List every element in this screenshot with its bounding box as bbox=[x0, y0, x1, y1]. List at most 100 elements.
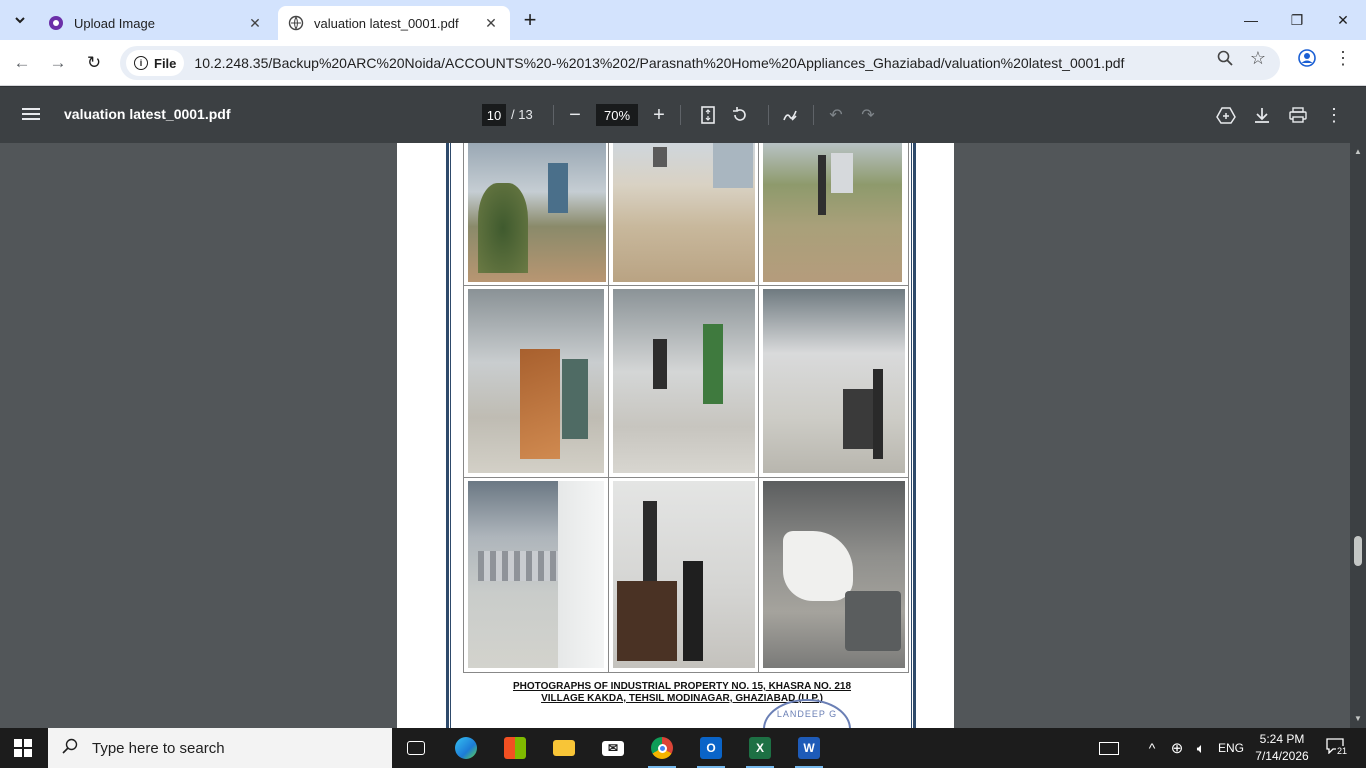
scrollbar-thumb[interactable] bbox=[1354, 536, 1362, 567]
search-icon bbox=[62, 738, 82, 759]
file-explorer-app[interactable] bbox=[540, 728, 588, 768]
caption-line-1: PHOTOGRAPHS OF INDUSTRIAL PROPERTY NO. 1… bbox=[512, 681, 852, 692]
chrome-app[interactable] bbox=[638, 728, 686, 768]
close-tab-icon[interactable]: ✕ bbox=[246, 14, 264, 32]
arrow-right-icon: → bbox=[49, 53, 67, 72]
divider bbox=[553, 105, 554, 125]
grid-line bbox=[463, 285, 909, 286]
divider bbox=[768, 105, 769, 125]
minus-icon: − bbox=[569, 103, 581, 126]
rotate-icon bbox=[733, 107, 746, 121]
site-info-chip[interactable]: i File bbox=[126, 50, 185, 76]
pdf-toolbar: valuation latest_0001.pdf 10 / 13 − 70% … bbox=[0, 87, 1366, 143]
zoom-level-input[interactable]: 70% bbox=[596, 104, 638, 126]
scroll-down-icon[interactable]: ▼ bbox=[1353, 713, 1363, 723]
clock-date: 7/14/2026 bbox=[1255, 749, 1309, 763]
store-app[interactable] bbox=[491, 728, 539, 768]
language-indicator[interactable]: ENG bbox=[1214, 728, 1248, 768]
print-button[interactable] bbox=[1286, 103, 1310, 127]
divider bbox=[813, 105, 814, 125]
forward-button[interactable]: → bbox=[44, 49, 72, 77]
show-hidden-icons-icon[interactable]: ^ bbox=[1142, 728, 1162, 768]
edge-app[interactable] bbox=[442, 728, 490, 768]
keyboard-layout-icon[interactable] bbox=[1094, 728, 1124, 768]
site-photo-access-road bbox=[613, 143, 755, 282]
menu-kebab-icon[interactable]: ⋮ bbox=[1333, 48, 1353, 68]
search-placeholder: Type here to search bbox=[92, 739, 225, 757]
grid-line bbox=[463, 672, 909, 673]
site-photo-factory-interior-3 bbox=[763, 289, 905, 473]
download-icon bbox=[1255, 108, 1269, 123]
rotate-button[interactable] bbox=[728, 103, 752, 127]
mail-app[interactable]: ✉ bbox=[589, 728, 637, 768]
new-tab-button[interactable]: + bbox=[518, 8, 542, 32]
volume-icon[interactable]: 🔈︎ bbox=[1190, 728, 1212, 768]
fit-page-button[interactable] bbox=[696, 103, 720, 127]
excel-icon: X bbox=[749, 737, 771, 759]
zoom-icon[interactable] bbox=[1215, 48, 1235, 68]
site-photo-office-room bbox=[613, 481, 755, 668]
notification-count: 21 bbox=[1336, 746, 1349, 756]
reload-icon: ↻ bbox=[86, 53, 102, 72]
undo-button[interactable]: ↶ bbox=[824, 103, 848, 127]
site-photo-warehouse bbox=[468, 481, 604, 668]
address-bar[interactable]: i File 10.2.248.35/Backup%20ARC%20Noida/… bbox=[120, 46, 1280, 80]
minimize-button[interactable]: — bbox=[1228, 0, 1274, 40]
pdf-scrollbar[interactable]: ▲ ▼ bbox=[1350, 143, 1366, 728]
outlook-app[interactable]: O bbox=[687, 728, 735, 768]
grid-line bbox=[908, 143, 909, 673]
reload-button[interactable]: ↻ bbox=[80, 49, 108, 77]
chevron-down-icon bbox=[15, 17, 25, 24]
word-icon: W bbox=[798, 737, 820, 759]
notification-center-icon[interactable]: 21 bbox=[1326, 738, 1349, 758]
pdf-viewer[interactable]: PHOTOGRAPHS OF INDUSTRIAL PROPERTY NO. 1… bbox=[0, 143, 1366, 728]
browser-toolbar: ← → ↻ i File 10.2.248.35/Backup%20ARC%20… bbox=[0, 40, 1366, 86]
word-app[interactable]: W bbox=[785, 728, 833, 768]
drive-save-button[interactable] bbox=[1214, 103, 1238, 127]
task-view-button[interactable] bbox=[392, 728, 440, 768]
back-button[interactable]: ← bbox=[8, 49, 36, 77]
tab-search-button[interactable] bbox=[6, 6, 34, 34]
grid-line bbox=[463, 477, 909, 478]
download-button[interactable] bbox=[1250, 103, 1274, 127]
bookmark-star-icon[interactable]: ☆ bbox=[1248, 48, 1268, 68]
excel-app[interactable]: X bbox=[736, 728, 784, 768]
tab-strip: Upload Image ✕ valuation latest_0001.pdf… bbox=[0, 0, 1366, 40]
globe-icon bbox=[288, 15, 304, 31]
network-globe-icon[interactable]: ⊕ bbox=[1166, 728, 1188, 768]
page-count: / 13 bbox=[511, 107, 533, 122]
zoom-in-button[interactable]: + bbox=[647, 103, 671, 127]
close-tab-icon[interactable]: ✕ bbox=[482, 14, 500, 32]
stamp-text: LANDEEP G bbox=[776, 709, 838, 719]
zoom-out-button[interactable]: − bbox=[563, 103, 587, 127]
site-photo-factory-interior-1 bbox=[468, 289, 604, 473]
more-actions-icon[interactable]: ⋮ bbox=[1322, 103, 1346, 127]
clock-time: 5:24 PM bbox=[1259, 732, 1305, 746]
redo-icon: ↷ bbox=[861, 107, 875, 124]
profile-icon[interactable] bbox=[1297, 48, 1317, 68]
grid-line bbox=[758, 143, 759, 673]
page-number-input[interactable]: 10 bbox=[482, 104, 506, 126]
edge-icon bbox=[455, 737, 477, 759]
pdf-page: PHOTOGRAPHS OF INDUSTRIAL PROPERTY NO. 1… bbox=[397, 143, 954, 728]
caption-line-2: VILLAGE KAKDA, TEHSIL MODINAGAR, GHAZIAB… bbox=[541, 693, 823, 704]
close-window-button[interactable]: ✕ bbox=[1320, 0, 1366, 40]
tab-upload-image[interactable]: Upload Image ✕ bbox=[38, 6, 274, 40]
scroll-up-icon[interactable]: ▲ bbox=[1353, 146, 1363, 156]
restore-button[interactable]: ❐ bbox=[1274, 0, 1320, 40]
windows-start-icon[interactable] bbox=[14, 739, 32, 757]
site-photo-building-exterior bbox=[468, 143, 606, 282]
redo-button[interactable]: ↷ bbox=[856, 103, 880, 127]
store-icon bbox=[504, 737, 526, 759]
plus-icon: + bbox=[653, 103, 665, 126]
printer-icon bbox=[1289, 107, 1307, 123]
site-photo-factory-interior-2 bbox=[613, 289, 755, 473]
annotate-button[interactable] bbox=[778, 103, 802, 127]
system-clock[interactable]: 5:24 PM 7/14/2026 bbox=[1250, 731, 1314, 765]
site-photo-washroom bbox=[763, 481, 905, 668]
taskbar-search-box[interactable]: Type here to search bbox=[48, 728, 392, 768]
tab-pdf[interactable]: valuation latest_0001.pdf ✕ bbox=[278, 6, 510, 40]
hamburger-menu-icon[interactable] bbox=[20, 105, 42, 125]
info-icon: i bbox=[134, 56, 148, 70]
chrome-icon bbox=[651, 737, 673, 759]
